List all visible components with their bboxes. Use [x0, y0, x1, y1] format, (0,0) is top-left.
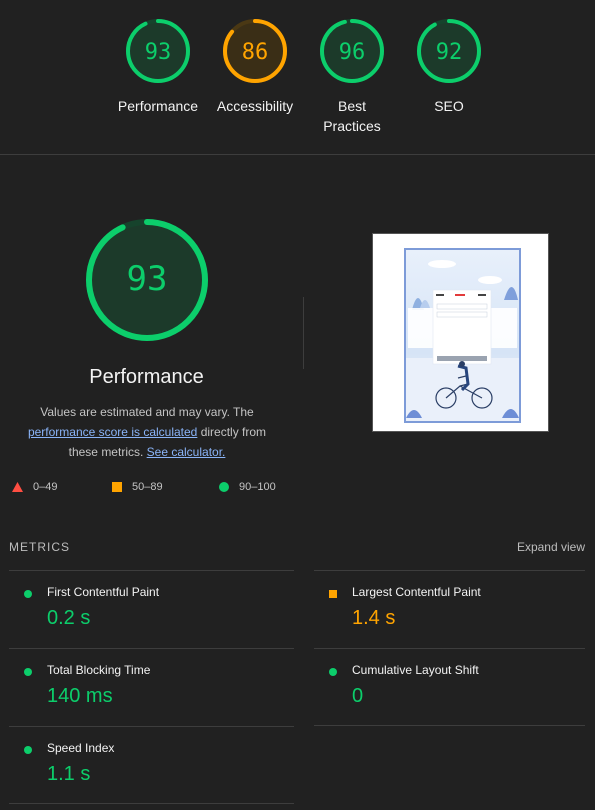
performance-title: Performance — [89, 366, 204, 388]
circle-icon — [24, 590, 32, 598]
score-calculated-link[interactable]: performance score is calculated — [28, 425, 197, 439]
gauge-ring: 86 — [223, 19, 287, 83]
square-icon — [329, 590, 337, 598]
legend-range: 0–49 — [33, 481, 58, 493]
expand-view-button[interactable]: Expand view — [517, 540, 585, 554]
login-illustration — [406, 260, 519, 421]
metric-value: 0.2 s — [47, 607, 91, 629]
square-icon — [112, 482, 122, 493]
gauge-label: Best Practices — [323, 98, 381, 134]
legend-fail: 0–49 — [12, 481, 57, 493]
gauge-label: Performance — [117, 98, 199, 114]
gauge-score: 92 — [436, 40, 463, 65]
metric-value: 140 ms — [47, 685, 113, 707]
gauge-seo[interactable]: 92 SEO — [401, 18, 497, 116]
legend-range: 50–89 — [132, 481, 163, 493]
metrics-header: METRICS — [9, 540, 70, 554]
gauge-label: SEO — [434, 98, 464, 114]
circle-icon — [24, 746, 32, 754]
screenshot-preview — [404, 248, 521, 423]
metric-title: Speed Index — [47, 741, 115, 755]
legend-range: 90–100 — [239, 481, 276, 493]
gauge-best-practices[interactable]: 96 Best Practices — [304, 18, 400, 136]
gauge-ring: 96 — [320, 19, 384, 83]
gauge-score: 86 — [242, 40, 269, 65]
divider — [303, 297, 304, 369]
gauge-label: Accessibility — [216, 98, 294, 114]
gauge-ring: 92 — [417, 19, 481, 83]
gauge-performance[interactable]: 93 Performance — [110, 18, 206, 116]
circle-icon — [219, 482, 229, 493]
metric-value: 1.4 s — [352, 607, 396, 629]
legend-average: 50–89 — [112, 481, 163, 493]
gauge-ring: 93 — [126, 19, 190, 83]
metric-title: First Contentful Paint — [47, 585, 160, 599]
final-screenshot[interactable] — [372, 233, 549, 432]
circle-icon — [24, 668, 32, 676]
metric-value: 0 — [352, 685, 364, 707]
performance-score: 93 — [127, 259, 168, 299]
gauge-accessibility[interactable]: 86 Accessibility — [207, 18, 303, 116]
metric-title: Total Blocking Time — [47, 663, 151, 677]
desc-text: Values are estimated and may vary. The — [40, 405, 254, 419]
performance-gauge: 93 — [86, 219, 208, 341]
triangle-icon — [12, 482, 23, 493]
divider — [314, 725, 585, 726]
circle-icon — [329, 668, 337, 676]
metric-total-blocking-time: Total Blocking Time 140 ms — [9, 648, 294, 726]
score-gauges: 93 Performance 86 Accessibility 96 Best … — [0, 0, 595, 155]
metric-first-contentful-paint: First Contentful Paint 0.2 s — [9, 570, 294, 648]
metric-largest-contentful-paint: Largest Contentful Paint 1.4 s — [314, 570, 585, 648]
legend-pass: 90–100 — [219, 481, 276, 493]
gauge-score: 96 — [339, 40, 366, 65]
metric-value: 1.1 s — [47, 763, 91, 785]
metric-title: Largest Contentful Paint — [352, 585, 481, 599]
divider — [9, 803, 294, 804]
metric-title: Cumulative Layout Shift — [352, 663, 479, 677]
gauge-score: 93 — [145, 40, 172, 65]
metric-speed-index: Speed Index 1.1 s — [9, 726, 294, 804]
see-calculator-link[interactable]: See calculator. — [147, 445, 226, 459]
performance-description: Values are estimated and may vary. The p… — [18, 402, 276, 462]
metric-cumulative-layout-shift: Cumulative Layout Shift 0 — [314, 648, 585, 726]
